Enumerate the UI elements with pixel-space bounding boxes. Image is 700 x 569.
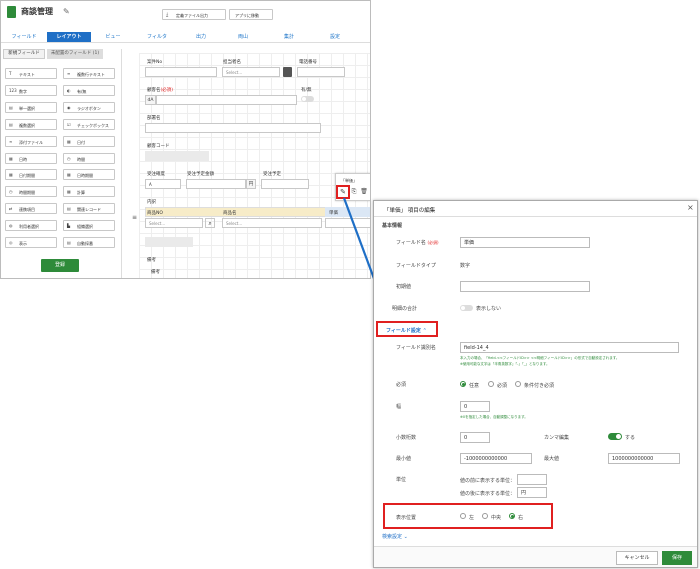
comma-toggle[interactable] xyxy=(608,433,622,440)
required-any-label: 任意 xyxy=(469,383,480,389)
unit-after-input[interactable]: 円 xyxy=(517,487,547,498)
basic-info-heading: 基本情報 xyxy=(382,223,403,229)
min-label: 最小値 xyxy=(396,456,412,462)
position-center-label: 中央 xyxy=(491,515,502,521)
comma-label: カンマ編集 xyxy=(544,435,570,441)
field-id-label: フィールド識別名 xyxy=(396,345,436,351)
field-name-input[interactable]: 単価 xyxy=(460,237,590,248)
decimal-input[interactable]: 0 xyxy=(460,432,490,443)
position-center-radio[interactable] xyxy=(482,513,488,519)
field-settings-highlight xyxy=(376,321,438,337)
dialog-header-divider xyxy=(374,216,697,217)
position-left-label: 左 xyxy=(469,515,475,521)
field-name-label: フィールド名 (必須) xyxy=(396,240,439,246)
required-required-radio[interactable] xyxy=(488,381,494,387)
max-input[interactable]: 1000000000000 xyxy=(608,453,680,464)
initial-value-input[interactable] xyxy=(460,281,590,292)
initial-value-label: 初期値 xyxy=(396,284,412,290)
position-right-label: 右 xyxy=(518,515,524,521)
save-button[interactable]: 保存 xyxy=(662,551,692,565)
position-right-radio[interactable] xyxy=(509,513,515,519)
field-type-value: 数字 xyxy=(460,263,471,269)
comma-value: する xyxy=(625,435,636,441)
required-any-radio[interactable] xyxy=(460,381,466,387)
field-edit-dialog: 「単価」 項目の編集 × 基本情報 フィールド名 (必須) 単価 フィールドタイ… xyxy=(373,200,698,568)
dialog-title: 「単価」 項目の編集 xyxy=(384,208,436,214)
close-icon[interactable]: × xyxy=(687,203,694,212)
unit-label: 単位 xyxy=(396,477,407,483)
field-type-label: フィールドタイプ xyxy=(396,263,436,269)
detail-total-value: 表示しない xyxy=(476,306,502,312)
width-input[interactable]: 0 xyxy=(460,401,490,412)
detail-total-label: 明細の合計 xyxy=(392,306,418,312)
position-left-radio[interactable] xyxy=(460,513,466,519)
required-required-label: 必須 xyxy=(497,383,508,389)
required-label: 必須 xyxy=(396,382,407,388)
decimal-label: 小数桁数 xyxy=(396,435,417,441)
unit-before-label: 値の前に表示する単位： xyxy=(460,478,516,484)
field-id-note-2: ※使用可能な文字は「半角英数字」「-」「_」となります。 xyxy=(460,362,550,366)
width-note: ※0を指定した場合、自動調整になります。 xyxy=(460,415,528,419)
required-conditional-radio[interactable] xyxy=(515,381,521,387)
unit-before-input[interactable] xyxy=(517,474,547,485)
cancel-button[interactable]: キャンセル xyxy=(616,551,658,565)
max-label: 最大値 xyxy=(544,456,560,462)
position-label: 表示位置 xyxy=(396,515,417,521)
detail-total-toggle[interactable] xyxy=(460,305,473,311)
min-input[interactable]: -1000000000000 xyxy=(460,453,532,464)
search-settings-toggle[interactable]: 検索設定 ⌄ xyxy=(382,533,408,540)
unit-after-label: 値の後に表示する単位： xyxy=(460,491,516,497)
field-id-input[interactable]: field-14_4 xyxy=(460,342,679,353)
required-conditional-label: 条件付き必須 xyxy=(524,383,555,389)
field-id-note-1: 本入力の場合、「field-<<フィールドID>> <<明細フィールドID>>」… xyxy=(460,356,620,360)
width-label: 幅 xyxy=(396,404,402,410)
